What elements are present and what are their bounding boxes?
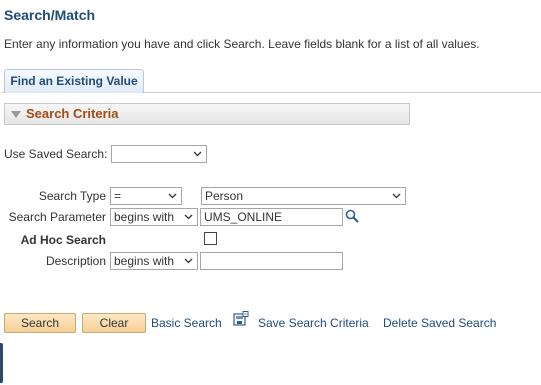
description-operator-value: begins with: [114, 254, 175, 268]
search-criteria-title: Search Criteria: [26, 106, 119, 121]
magnifier-icon[interactable]: [345, 209, 359, 223]
basic-search-link[interactable]: Basic Search: [151, 316, 222, 330]
chevron-down-icon: [184, 256, 193, 265]
search-button[interactable]: Search: [4, 313, 76, 333]
search-type-operator-select[interactable]: =: [110, 187, 182, 205]
search-parameter-operator-value: begins with: [114, 210, 175, 224]
search-type-value: Person: [205, 189, 244, 203]
search-parameter-input[interactable]: UMS_ONLINE: [200, 208, 343, 226]
delete-saved-search-link[interactable]: Delete Saved Search: [383, 316, 496, 330]
tab-find-existing-value[interactable]: Find an Existing Value: [4, 69, 144, 93]
chevron-down-icon: [193, 149, 202, 158]
side-panel-handle[interactable]: [0, 343, 3, 383]
clear-button[interactable]: Clear: [82, 313, 146, 333]
page-title: Search/Match: [4, 7, 96, 23]
search-criteria-header[interactable]: Search Criteria: [4, 103, 410, 125]
saved-search-label: Use Saved Search:: [4, 147, 108, 161]
save-search-criteria-link[interactable]: Save Search Criteria: [258, 316, 369, 330]
collapse-arrow-icon[interactable]: [11, 111, 21, 118]
search-type-label: Search Type: [38, 189, 106, 203]
ad-hoc-search-checkbox[interactable]: [204, 232, 217, 245]
search-parameter-operator-select[interactable]: begins with: [110, 208, 198, 226]
chevron-down-icon: [392, 191, 401, 200]
description-input[interactable]: [200, 252, 343, 270]
search-parameter-label: Search Parameter: [8, 210, 106, 224]
ad-hoc-search-label: Ad Hoc Search: [20, 233, 106, 247]
chevron-down-icon: [168, 191, 177, 200]
description-label: Description: [45, 254, 106, 268]
save-search-icon[interactable]: [233, 311, 249, 327]
search-type-operator-value: =: [114, 189, 122, 203]
page-instructions: Enter any information you have and click…: [4, 37, 480, 51]
chevron-down-icon: [184, 212, 193, 221]
search-type-value-select[interactable]: Person: [201, 187, 406, 205]
description-operator-select[interactable]: begins with: [110, 252, 198, 270]
saved-search-select[interactable]: [111, 145, 207, 163]
